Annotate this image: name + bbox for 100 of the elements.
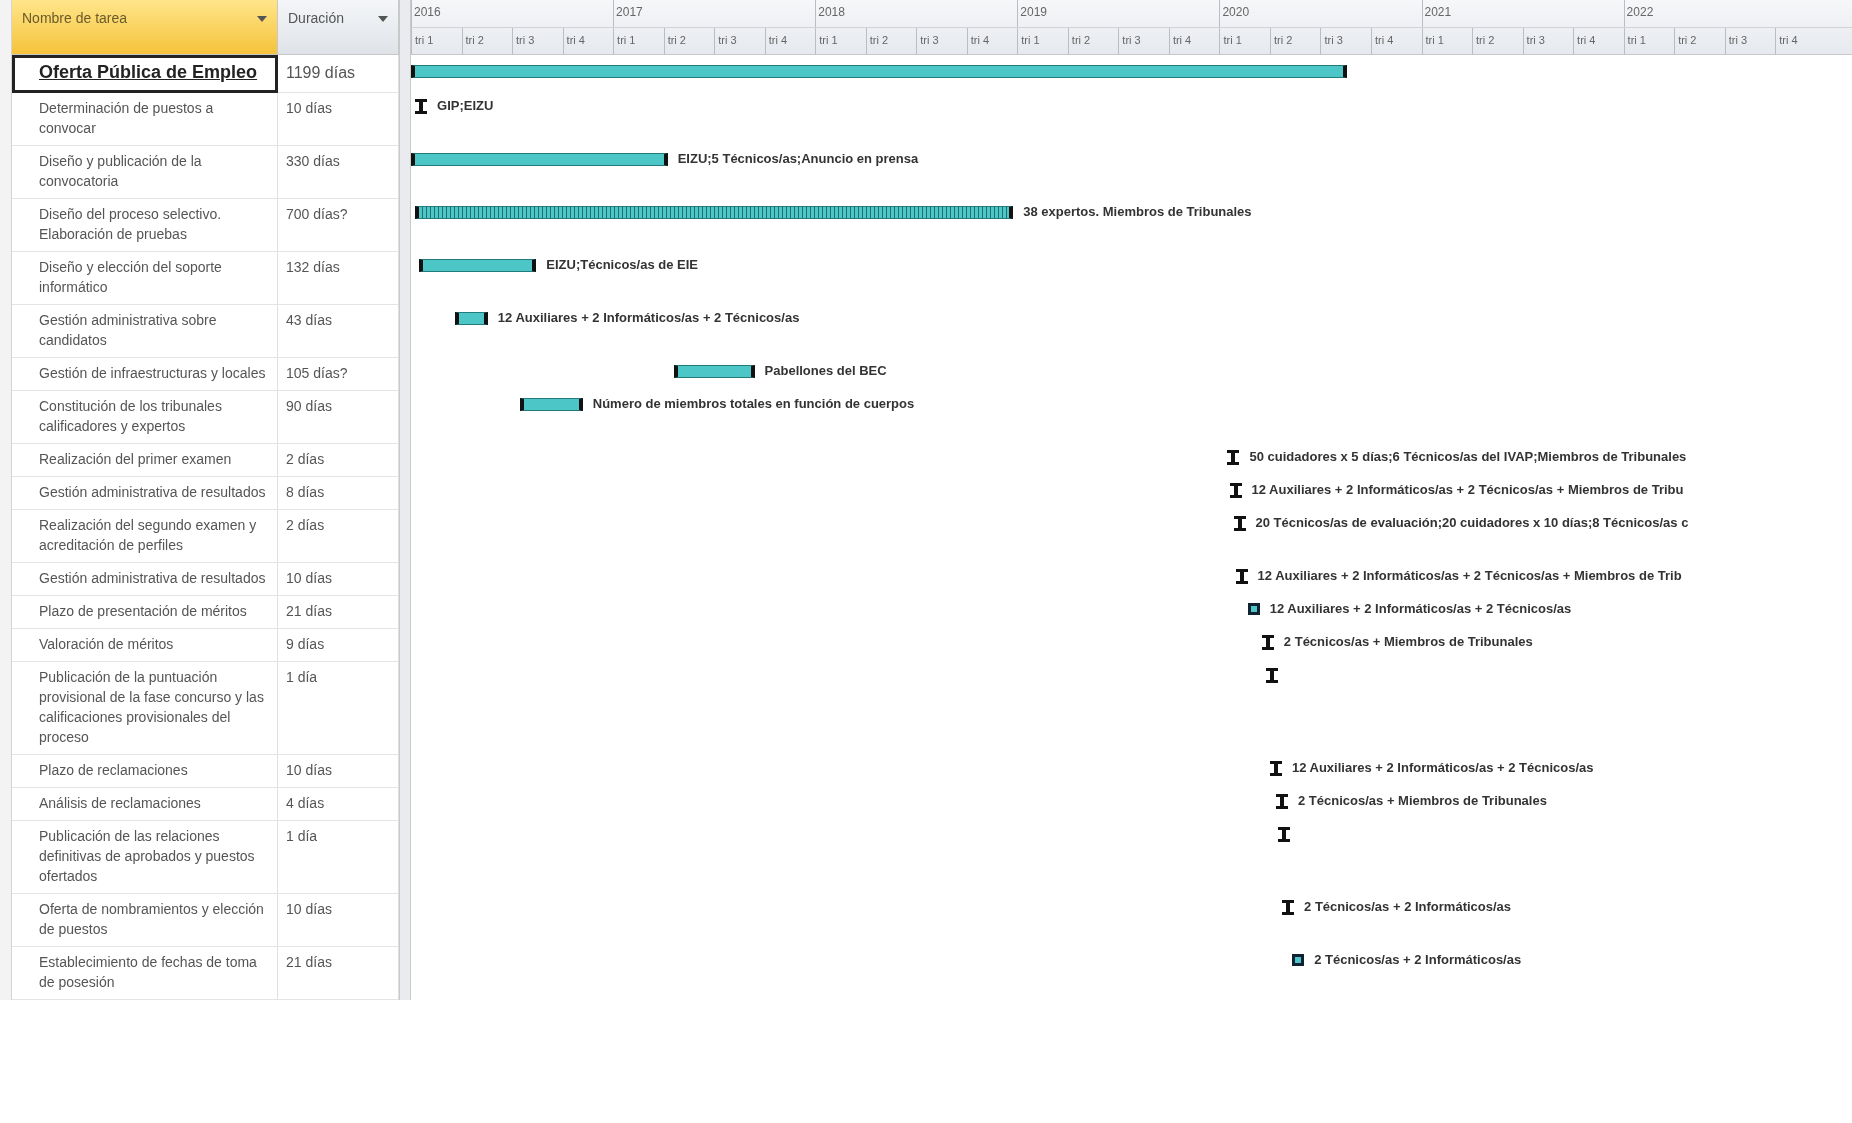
task-name[interactable]: Oferta Pública de Empleo [12, 55, 278, 93]
task-bar[interactable] [520, 398, 583, 411]
quarter-label: tri 4 [1775, 27, 1826, 54]
quarter-label: tri 3 [916, 27, 967, 54]
task-duration: 10 días [278, 755, 399, 788]
short-task-marker[interactable] [1269, 761, 1282, 776]
year-label: 2019 [1019, 4, 1048, 21]
short-task-marker[interactable] [1261, 635, 1274, 650]
short-task-marker[interactable] [1229, 483, 1242, 498]
short-task-marker[interactable] [1276, 794, 1288, 809]
task-bar[interactable] [455, 312, 488, 325]
task-duration: 1 día [278, 821, 399, 894]
short-task-box[interactable] [1247, 602, 1260, 617]
resource-label: Número de miembros totales en función de cuerpos [592, 395, 915, 413]
year-label: 2020 [1221, 4, 1251, 21]
task-name[interactable]: Diseño y elección del soporte informático [12, 252, 278, 305]
task-name[interactable]: Determinación de puestos a convocar [12, 93, 278, 146]
task-name[interactable]: Gestión de infraestructuras y locales [12, 358, 278, 391]
short-task-marker[interactable] [415, 99, 428, 114]
quarter-label: tri 2 [865, 27, 917, 54]
quarter-label: tri 4 [1168, 27, 1220, 54]
quarter-label: tri 1 [613, 27, 664, 54]
quarter-label: tri 2 [1269, 27, 1321, 54]
task-name[interactable]: Valoración de méritos [12, 629, 278, 662]
short-task-marker[interactable] [1235, 569, 1248, 584]
short-task-box[interactable] [1292, 953, 1305, 968]
task-duration: 10 días [278, 563, 399, 596]
task-name[interactable]: Publicación de las relaciones definitivas de aprobados y puestos ofertados [12, 821, 278, 894]
task-duration: 105 días? [278, 358, 399, 391]
resource-label: 12 Auxiliares + 2 Informáticos/as + 2 Técnicos/as [1291, 759, 1594, 777]
quarter-label: tri 3 [1118, 27, 1169, 54]
quarter-label: tri 4 [1371, 27, 1422, 54]
quarter-label: tri 2 [1472, 27, 1523, 54]
task-duration: 132 días [278, 252, 399, 305]
quarter-label: tri 1 [1017, 27, 1068, 54]
task-name[interactable]: Constitución de los tribunales calificadores y expertos [12, 391, 278, 444]
resource-label: 12 Auxiliares + 2 Informáticos/as + 2 Técnicos/as + Miembros de Tribu [1251, 481, 1684, 499]
task-duration: 21 días [278, 596, 399, 629]
resource-label: 2 Técnicos/as + Miembros de Tribunales [1283, 633, 1533, 651]
year-label: 2017 [615, 4, 644, 21]
short-task-marker[interactable] [1233, 516, 1246, 531]
quarter-label: tri 4 [1573, 27, 1624, 54]
resource-label: 12 Auxiliares + 2 Informáticos/as + 2 Técnicos/as [1269, 600, 1572, 618]
quarter-label: tri 4 [764, 27, 816, 54]
resource-label: 2 Técnicos/as + 2 Informáticos/as [1304, 898, 1512, 916]
column-header[interactable]: Nombre de tarea [12, 0, 278, 55]
task-name[interactable]: Oferta de nombramientos y elección de puestos [12, 894, 278, 947]
resource-label: 38 expertos. Miembros de Tribunales [1023, 203, 1252, 221]
quarter-label: tri 2 [1067, 27, 1119, 54]
year-label: 2018 [817, 4, 846, 21]
task-duration: 9 días [278, 629, 399, 662]
task-duration: 2 días [278, 444, 399, 477]
task-duration: 21 días [278, 947, 399, 1000]
quarter-label: tri 3 [1724, 27, 1776, 54]
task-bar[interactable] [411, 153, 668, 166]
resource-label: 2 Técnicos/as + 2 Informáticos/as [1314, 951, 1522, 969]
task-name[interactable]: Gestión administrativa de resultados [12, 477, 278, 510]
task-name[interactable]: Gestión administrativa sobre candidatos [12, 305, 278, 358]
quarter-label: tri 1 [815, 27, 866, 54]
quarter-label: tri 3 [1522, 27, 1574, 54]
short-task-marker[interactable] [1227, 450, 1240, 465]
task-duration: 700 días? [278, 199, 399, 252]
task-name[interactable]: Plazo de reclamaciones [12, 755, 278, 788]
task-bar[interactable] [419, 259, 537, 272]
resource-label: EIZU;Técnicos/as de EIE [546, 256, 698, 274]
task-bar[interactable] [673, 365, 755, 378]
dropdown-caret-icon[interactable] [257, 16, 267, 22]
short-task-marker[interactable] [1265, 668, 1278, 683]
resource-label: 20 Técnicos/as de evaluación;20 cuidadores x 10 días;8 Técnicos/as c [1255, 514, 1689, 532]
task-name[interactable]: Diseño del proceso selectivo. Elaboración de pruebas [12, 199, 278, 252]
task-duration: 43 días [278, 305, 399, 358]
resource-label: GIP;EIZU [437, 97, 494, 115]
quarter-label: tri 1 [1219, 27, 1270, 54]
resource-label: 12 Auxiliares + 2 Informáticos/as + 2 Técnicos/as [497, 309, 800, 327]
task-name[interactable]: Realización del primer examen [12, 444, 278, 477]
task-duration: 330 días [278, 146, 399, 199]
task-duration: 4 días [278, 788, 399, 821]
short-task-marker[interactable] [1278, 827, 1290, 842]
resource-label: Pabellones del BEC [764, 362, 887, 380]
quarter-label: tri 3 [714, 27, 765, 54]
task-name[interactable]: Realización del segundo examen y acreditación de perfiles [12, 510, 278, 563]
task-name[interactable]: Diseño y publicación de la convocatoria [12, 146, 278, 199]
quarter-label: tri 2 [461, 27, 513, 54]
task-name[interactable]: Plazo de presentación de méritos [12, 596, 278, 629]
resource-label: 50 cuidadores x 5 días;6 Técnicos/as del IVAP;Miembros de Tribunales [1249, 448, 1687, 466]
resource-label: 2 Técnicos/as + Miembros de Tribunales [1298, 792, 1547, 810]
task-name[interactable]: Análisis de reclamaciones [12, 788, 278, 821]
resource-label: 12 Auxiliares + 2 Informáticos/as + 2 Técnicos/as + Miembros de Trib [1257, 567, 1682, 585]
dropdown-caret-icon[interactable] [378, 16, 388, 22]
task-name[interactable]: Gestión administrativa de resultados [12, 563, 278, 596]
quarter-label: tri 2 [1674, 27, 1725, 54]
quarter-label: tri 4 [562, 27, 614, 54]
task-name[interactable]: Publicación de la puntuación provisional de la fase concurso y las calificaciones provisionales del proceso [12, 662, 278, 755]
quarter-label: tri 4 [966, 27, 1018, 54]
task-duration: 1 día [278, 662, 399, 755]
year-label: 2016 [413, 4, 442, 21]
short-task-marker[interactable] [1282, 900, 1295, 915]
column-header[interactable]: Duración [278, 0, 399, 55]
quarter-label: tri 3 [1320, 27, 1371, 54]
task-name[interactable]: Establecimiento de fechas de toma de posesión [12, 947, 278, 1000]
